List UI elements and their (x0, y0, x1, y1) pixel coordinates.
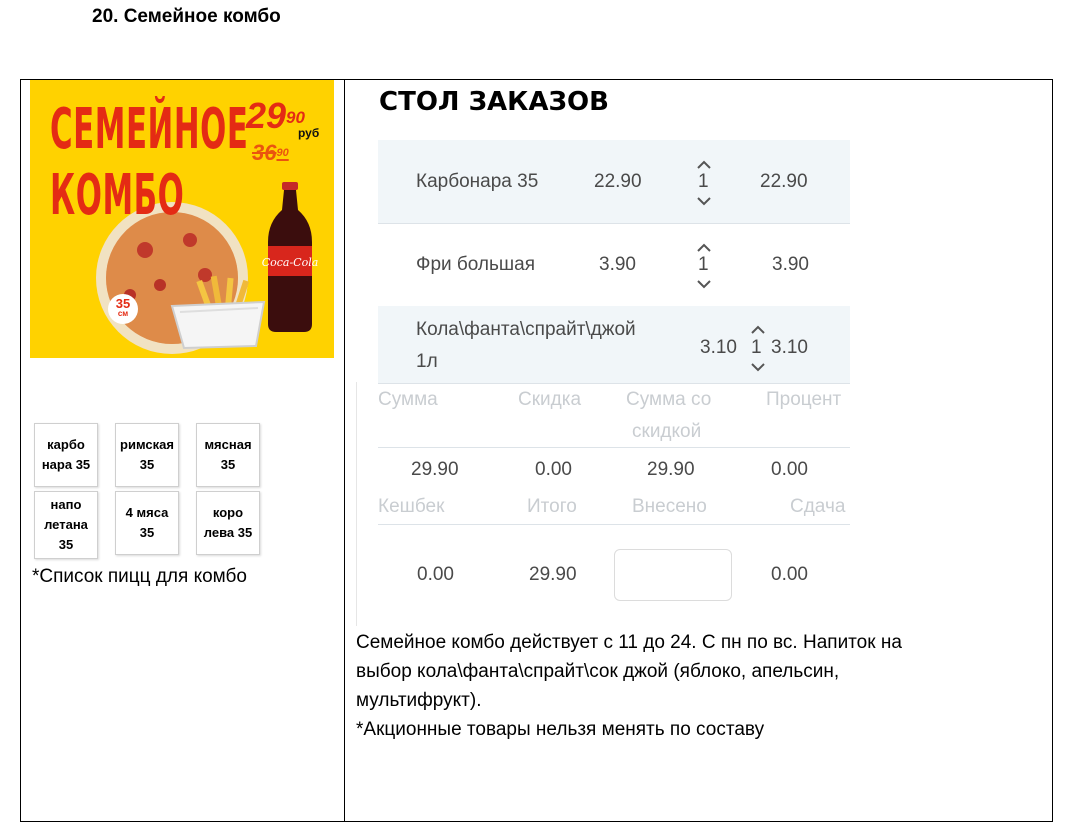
discount-header: Скидка (518, 389, 582, 410)
sum-header: Сумма (378, 389, 438, 410)
pizza-list-note: *Список пицц для комбо (32, 566, 247, 587)
percent-header: Процент (766, 389, 842, 410)
item-qty: 1 (698, 171, 709, 192)
divider (378, 524, 850, 525)
total-header: Итого (527, 496, 577, 517)
cashback-value: 0.00 (417, 564, 454, 585)
item-name-line1: Кола\фанта\спрайт\джой (416, 319, 636, 340)
percent-value: 0.00 (771, 459, 808, 480)
qty-increase-icon[interactable] (696, 160, 712, 170)
total-value: 29.90 (529, 564, 577, 585)
paid-amount-input[interactable] (614, 549, 732, 601)
order-row: Кола\фанта\спрайт\джой 1л 3.10 1 3.10 (378, 306, 850, 384)
item-name-line2: 1л (416, 351, 438, 372)
change-value: 0.00 (771, 564, 808, 585)
sum-with-discount-header-line2: скидкой (632, 421, 702, 442)
change-header: Сдача (790, 496, 846, 517)
poster-title-line2: КОМБО (50, 163, 185, 228)
qty-increase-icon[interactable] (750, 325, 766, 335)
old-price: 3690 (252, 140, 289, 165)
pizza-button-4-meats[interactable]: 4 мяса 35 (115, 491, 179, 555)
item-price: 3.90 (599, 254, 636, 275)
order-table-title: СТОЛ ЗАКАЗОВ (379, 87, 609, 117)
item-total: 22.90 (760, 171, 808, 192)
qty-increase-icon[interactable] (696, 243, 712, 253)
item-price: 3.10 (700, 337, 737, 358)
new-price: 2990 (246, 95, 305, 136)
currency-label: руб (298, 126, 320, 140)
item-name: Фри большая (416, 254, 536, 275)
pizza-button-romana[interactable]: римская 35 (115, 423, 179, 487)
pizza-button-napoletana[interactable]: напо летана 35 (34, 491, 98, 559)
column-divider (344, 79, 345, 822)
cashback-header: Кешбек (378, 496, 445, 517)
description-line: мультифрукт). (356, 690, 482, 711)
document-heading: 20. Семейное комбо (92, 6, 281, 27)
sum-value: 29.90 (411, 459, 459, 480)
item-price: 22.90 (594, 171, 642, 192)
combo-description: Семейное комбо действует с 11 до 24. С п… (356, 628, 1036, 744)
qty-decrease-icon[interactable] (750, 362, 766, 372)
pizza-button-myasnaya[interactable]: мясная 35 (196, 423, 260, 487)
order-row: Фри большая 3.90 1 3.90 (378, 223, 850, 307)
item-total: 3.10 (771, 337, 808, 358)
qty-decrease-icon[interactable] (696, 196, 712, 206)
discount-value: 0.00 (535, 459, 572, 480)
poster-title-line1: СЕМЕЙНОЕ (50, 97, 249, 162)
item-qty: 1 (698, 254, 709, 275)
sum-with-discount-value: 29.90 (647, 459, 695, 480)
sum-with-discount-header-line1: Сумма со (626, 389, 712, 410)
promo-poster: Coca-Cola СЕМЕЙНОЕ КОМБО 2990 руб 3690 3… (30, 80, 334, 358)
description-line: Семейное комбо действует с 11 до 24. С п… (356, 632, 902, 653)
pizza-size-badge: 35 см (108, 294, 138, 324)
order-row: Карбонара 35 22.90 1 22.90 (378, 140, 850, 224)
item-qty: 1 (751, 337, 762, 358)
qty-decrease-icon[interactable] (696, 279, 712, 289)
description-line: *Акционные товары нельзя менять по соста… (356, 719, 765, 740)
pizza-button-koroleva[interactable]: коро лева 35 (196, 491, 260, 555)
item-name: Карбонара 35 (416, 171, 539, 192)
pizza-button-carbonara[interactable]: карбо нара 35 (34, 423, 98, 487)
svg-text:Coca-Cola: Coca-Cola (262, 256, 319, 269)
item-total: 3.90 (772, 254, 809, 275)
panel-left-rule (356, 382, 357, 626)
description-line: выбор кола\фанта\спрайт\сок джой (яблоко… (356, 661, 840, 682)
cola-bottle-icon: Coca-Cola (262, 182, 319, 332)
paid-header: Внесено (632, 496, 707, 517)
divider (378, 447, 850, 448)
